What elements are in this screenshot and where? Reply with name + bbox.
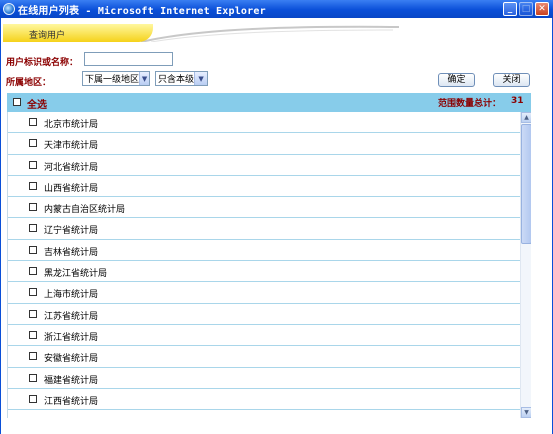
total-count-label: 范围数量总计：: [438, 99, 502, 109]
region-list: 北京市统计局 天津市统计局 河北省统计局 山西省统计局 内蒙古自治区统计局 辽宁…: [7, 112, 531, 418]
select-all-checkbox[interactable]: [13, 98, 21, 106]
list-item: 吉林省统计局: [8, 240, 520, 262]
list-item: 黑龙江省统计局: [8, 261, 520, 283]
item-checkbox[interactable]: [29, 139, 37, 148]
confirm-button[interactable]: 确定: [438, 73, 475, 87]
item-label: 江西省统计局: [44, 396, 99, 407]
total-count-value: 31: [511, 96, 524, 106]
window-title: 在线用户列表 - Microsoft Internet Explorer: [18, 5, 266, 17]
item-label: 安徽省统计局: [44, 354, 99, 365]
scrollbar-thumb[interactable]: [521, 124, 531, 244]
item-checkbox[interactable]: [29, 267, 37, 276]
item-label: 河北省统计局: [44, 162, 99, 173]
item-checkbox[interactable]: [29, 309, 37, 318]
item-label: 福建省统计局: [44, 375, 99, 386]
minimize-button[interactable]: _: [503, 2, 517, 16]
region-rows: 北京市统计局 天津市统计局 河北省统计局 山西省统计局 内蒙古自治区统计局 辽宁…: [8, 112, 520, 411]
list-item: 天津市统计局: [8, 133, 520, 155]
item-label: 上海市统计局: [44, 290, 99, 301]
list-item: 浙江省统计局: [8, 325, 520, 347]
item-checkbox[interactable]: [29, 245, 37, 254]
item-label: 天津市统计局: [44, 141, 99, 152]
window-titlebar: 在线用户列表 - Microsoft Internet Explorer _ □…: [0, 0, 553, 18]
item-label: 江苏省统计局: [44, 311, 99, 322]
region-select[interactable]: 下属一级地区 ▼: [82, 71, 150, 86]
item-label: 黑龙江省统计局: [44, 269, 108, 280]
item-checkbox[interactable]: [29, 181, 37, 190]
item-checkbox[interactable]: [29, 224, 37, 233]
list-item: 内蒙古自治区统计局: [8, 197, 520, 219]
list-header: 全选 范围数量总计： 31: [7, 93, 531, 112]
region-select-value: 下属一级地区: [85, 75, 140, 85]
scroll-up-arrow-icon[interactable]: ▲: [521, 112, 531, 123]
tab-strip: 查询用户: [1, 24, 401, 42]
select-all-label: 全选: [27, 100, 47, 111]
item-label: 浙江省统计局: [44, 332, 99, 343]
tab-query-user[interactable]: 查询用户: [3, 24, 153, 42]
scope-select[interactable]: 只含本级 ▼: [155, 71, 208, 86]
chevron-down-icon: ▼: [194, 72, 207, 85]
user-id-label: 用户标识或名称：: [6, 58, 79, 68]
item-label: 内蒙古自治区统计局: [44, 205, 126, 216]
item-checkbox[interactable]: [29, 160, 37, 169]
list-item: 山西省统计局: [8, 176, 520, 198]
item-label: 吉林省统计局: [44, 247, 99, 258]
item-checkbox[interactable]: [29, 330, 37, 339]
close-window-button[interactable]: ✕: [535, 2, 549, 16]
list-item: 安徽省统计局: [8, 346, 520, 368]
item-label: 山西省统计局: [44, 183, 99, 194]
item-checkbox[interactable]: [29, 352, 37, 361]
scroll-down-arrow-icon[interactable]: ▼: [521, 407, 531, 418]
item-checkbox[interactable]: [29, 373, 37, 382]
tab-query-user-label: 查询用户: [29, 31, 66, 41]
list-item: 辽宁省统计局: [8, 218, 520, 240]
list-item: 江苏省统计局: [8, 304, 520, 325]
item-label: 辽宁省统计局: [44, 226, 99, 237]
close-button[interactable]: 关闭: [493, 73, 530, 87]
list-item: 北京市统计局: [8, 112, 520, 134]
item-checkbox[interactable]: [29, 118, 37, 126]
chevron-down-icon: ▼: [139, 72, 149, 85]
list-scrollbar[interactable]: ▲ ▼: [520, 112, 531, 418]
item-checkbox[interactable]: [29, 288, 37, 297]
dialog-content: 查询用户 用户标识或名称： 所属地区： 下属一级地区 ▼ 只含本级 ▼ 确定 关…: [0, 18, 553, 434]
item-checkbox[interactable]: [29, 394, 37, 403]
list-item: 江西省统计局: [8, 389, 520, 411]
ie-icon: [3, 3, 15, 15]
maximize-button[interactable]: □: [519, 2, 533, 16]
window-controls: _ □ ✕: [503, 2, 549, 16]
list-item: 河北省统计局: [8, 155, 520, 176]
user-id-input[interactable]: [84, 52, 173, 66]
scope-select-value: 只含本级: [158, 75, 195, 85]
list-item: 上海市统计局: [8, 282, 520, 304]
item-checkbox[interactable]: [29, 203, 37, 212]
item-label: 北京市统计局: [44, 120, 99, 130]
region-label: 所属地区：: [6, 78, 52, 88]
list-item: 福建省统计局: [8, 368, 520, 389]
